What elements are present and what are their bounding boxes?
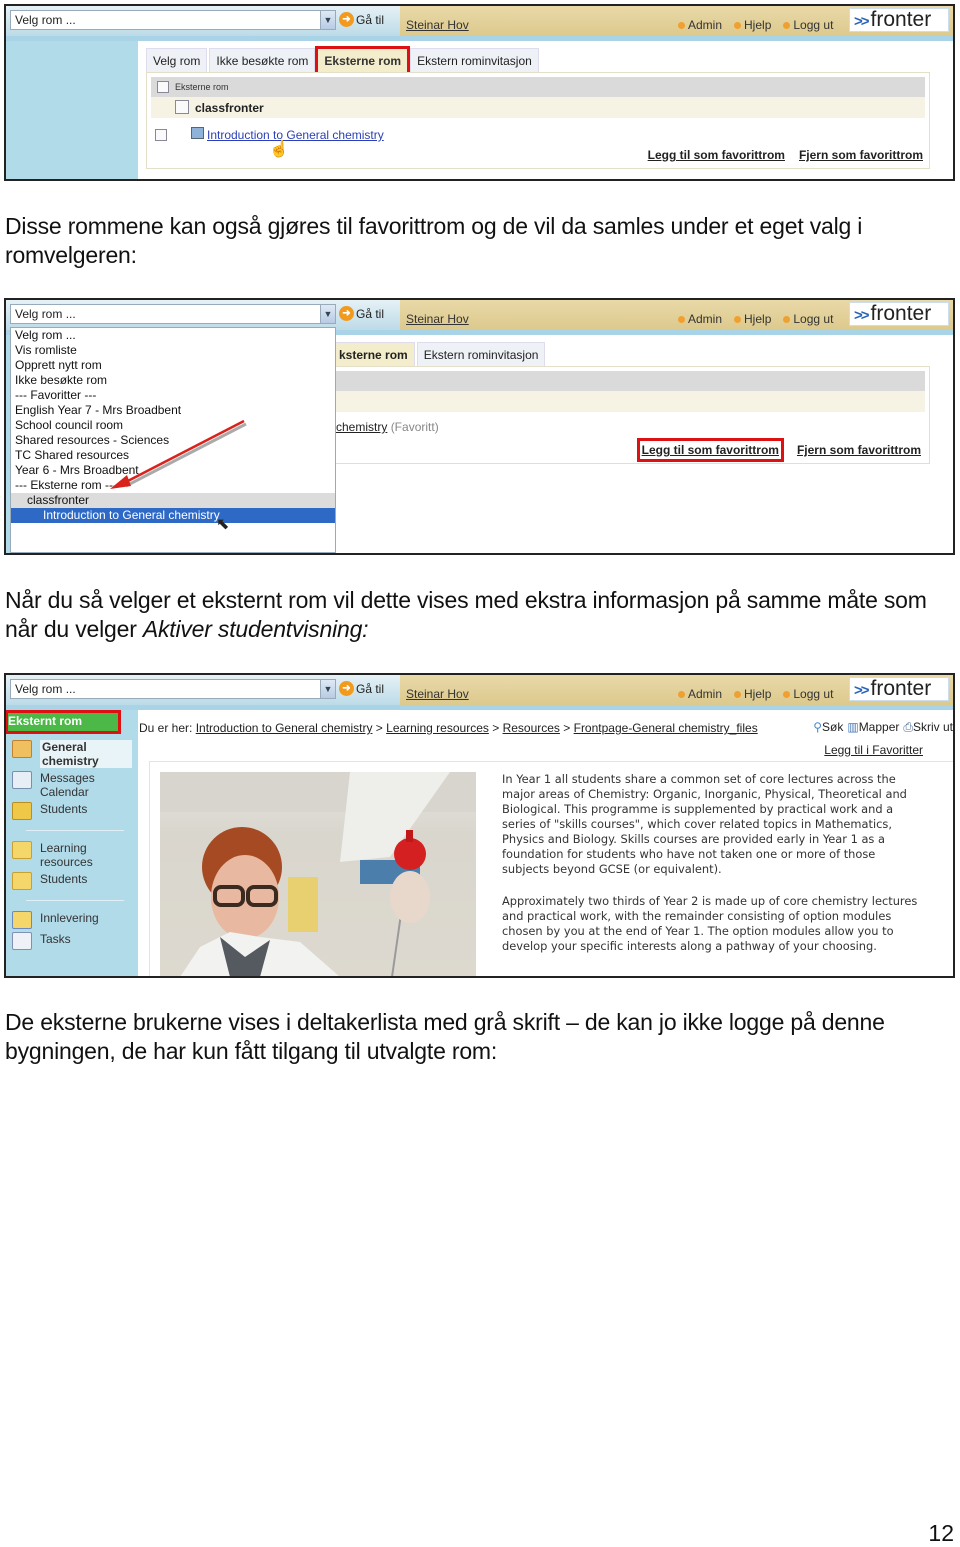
arrow-right-icon: ➜: [339, 681, 354, 696]
screenshot-external-rooms: Velg rom ... ▼ ➜ Gå til Steinar Hov Admin H…: [4, 4, 955, 181]
room-checkbox[interactable]: [155, 129, 167, 141]
breadcrumb: Du er her: Introduction to General chemi…: [139, 721, 758, 735]
hand-cursor-icon: ☝: [269, 141, 289, 158]
search-button[interactable]: ⚲Søk: [813, 720, 843, 735]
folder-icon: [12, 872, 32, 890]
top-bar: Velg rom ... ▼ ➜ Gå til Steinar Hov Admin H…: [6, 6, 953, 36]
tab-eksterne-rom[interactable]: Eksterne rom: [315, 46, 411, 75]
room-icon: [191, 127, 204, 139]
print-button[interactable]: ⎙Skriv ut: [903, 720, 953, 735]
chevron-down-icon[interactable]: ▼: [320, 680, 335, 698]
logout-link[interactable]: Logg ut: [783, 18, 833, 32]
paragraph-external-users: De eksterne brukerne vises i deltakerlis…: [5, 1009, 885, 1064]
breadcrumb-link[interactable]: Frontpage-General chemistry_files: [574, 721, 758, 735]
lab-photo: [160, 772, 476, 976]
italic-term: Aktiver studentvisning:: [142, 616, 369, 642]
folder-icon: [12, 841, 32, 859]
page-number: 12: [928, 1520, 954, 1546]
sidebar-item-innlevering[interactable]: Innlevering: [6, 911, 138, 929]
fronter-logo: >> fronter: [849, 8, 949, 32]
folders-icon: ▥: [847, 720, 859, 734]
article-text: In Year 1 all students share a common se…: [502, 772, 922, 971]
breadcrumb-link[interactable]: Introduction to General chemistry: [196, 721, 373, 735]
sidebar-item-students[interactable]: Students: [6, 802, 138, 820]
top-bar: Velg rom ... ▼ ➜ Gå til Steinar Hov Admin H…: [6, 675, 953, 705]
tab-ekstern-rominvitasjon[interactable]: Ekstern rominvitasjon: [410, 48, 539, 73]
user-link[interactable]: Steinar Hov: [406, 18, 469, 32]
paragraph-favorites: Disse rommene kan også gjøres til favori…: [5, 213, 863, 268]
print-icon: ⎙: [903, 720, 913, 734]
sidebar: [6, 41, 138, 179]
help-link[interactable]: Hjelp: [734, 687, 771, 701]
paragraph-external-room: Når du så velger et eksternt rom vil det…: [5, 587, 927, 642]
arrow-cursor-icon: ⬉: [216, 516, 230, 533]
add-favorite-link[interactable]: Legg til som favorittrom: [648, 148, 785, 162]
toolbar: ⚲Søk ▥Mapper ⎙Skriv ut: [813, 720, 953, 735]
add-to-favorites-link[interactable]: Legg til i Favoritter: [824, 743, 923, 757]
messages-icon: [12, 771, 32, 789]
admin-link[interactable]: Admin: [678, 687, 722, 701]
sidebar-item-students-folder[interactable]: Students: [6, 872, 138, 890]
group-checkbox[interactable]: [175, 100, 189, 114]
remove-favorite-link[interactable]: Fjern som favorittrom: [799, 148, 923, 162]
breadcrumb-link[interactable]: Resources: [503, 721, 560, 735]
handin-icon: [12, 911, 32, 929]
tab-bar: Velg rom Ikke besøkte rom Eksterne rom E…: [146, 46, 541, 75]
fronter-logo: >> fronter: [849, 677, 949, 701]
select-all-checkbox[interactable]: [157, 81, 169, 93]
sidebar-item-messages[interactable]: Messages Calendar: [6, 771, 138, 799]
search-icon: ⚲: [813, 720, 822, 734]
room-icon: [12, 740, 32, 758]
group-row: classfronter: [151, 97, 925, 118]
arrow-right-icon: ➜: [339, 12, 354, 27]
user-link[interactable]: Steinar Hov: [406, 687, 469, 701]
logout-link[interactable]: Logg ut: [783, 687, 833, 701]
table-header: Eksterne rom: [151, 77, 925, 97]
sidebar-item-tasks[interactable]: Tasks: [6, 932, 138, 950]
red-arrow-annotation: [110, 419, 247, 489]
rooms-panel: Eksterne rom classfronter Introduction t…: [146, 72, 930, 169]
tasks-icon: [12, 932, 32, 950]
tab-velg-rom[interactable]: Velg rom: [146, 48, 208, 73]
article-paragraph: Approximately two thirds of Year 2 is ma…: [502, 894, 918, 953]
admin-link[interactable]: Admin: [678, 18, 722, 32]
goto-button[interactable]: ➜ Gå til: [339, 681, 384, 696]
article-paragraph: In Year 1 all students share a common se…: [502, 772, 907, 876]
goto-button[interactable]: ➜ Gå til: [339, 12, 384, 27]
room-select[interactable]: Velg rom ... ▼: [10, 679, 336, 699]
room-link[interactable]: Introduction to General chemistry: [207, 128, 384, 142]
breadcrumb-link[interactable]: Learning resources: [386, 721, 489, 735]
folders-button[interactable]: ▥Mapper: [847, 720, 899, 735]
help-link[interactable]: Hjelp: [734, 18, 771, 32]
external-room-badge: Eksternt rom: [6, 710, 121, 734]
tab-ikke-besokte-rom[interactable]: Ikke besøkte rom: [209, 48, 316, 73]
screenshot-room-selector: Velg rom ... ▼ ➜ Gå til Steinar Hov Admin H…: [4, 298, 955, 555]
chevron-down-icon[interactable]: ▼: [320, 11, 335, 29]
room-sidebar: General chemistry Messages Calendar Stud…: [6, 710, 138, 976]
students-icon: [12, 802, 32, 820]
room-select[interactable]: Velg rom ... ▼: [10, 10, 336, 30]
content-area: In Year 1 all students share a common se…: [149, 761, 953, 976]
sidebar-item-general-chemistry[interactable]: General chemistry: [6, 740, 138, 768]
screenshot-external-room-view: Velg rom ... ▼ ➜ Gå til Steinar Hov Admin H…: [4, 673, 955, 978]
sidebar-item-learning-resources[interactable]: Learning resources: [6, 841, 138, 869]
